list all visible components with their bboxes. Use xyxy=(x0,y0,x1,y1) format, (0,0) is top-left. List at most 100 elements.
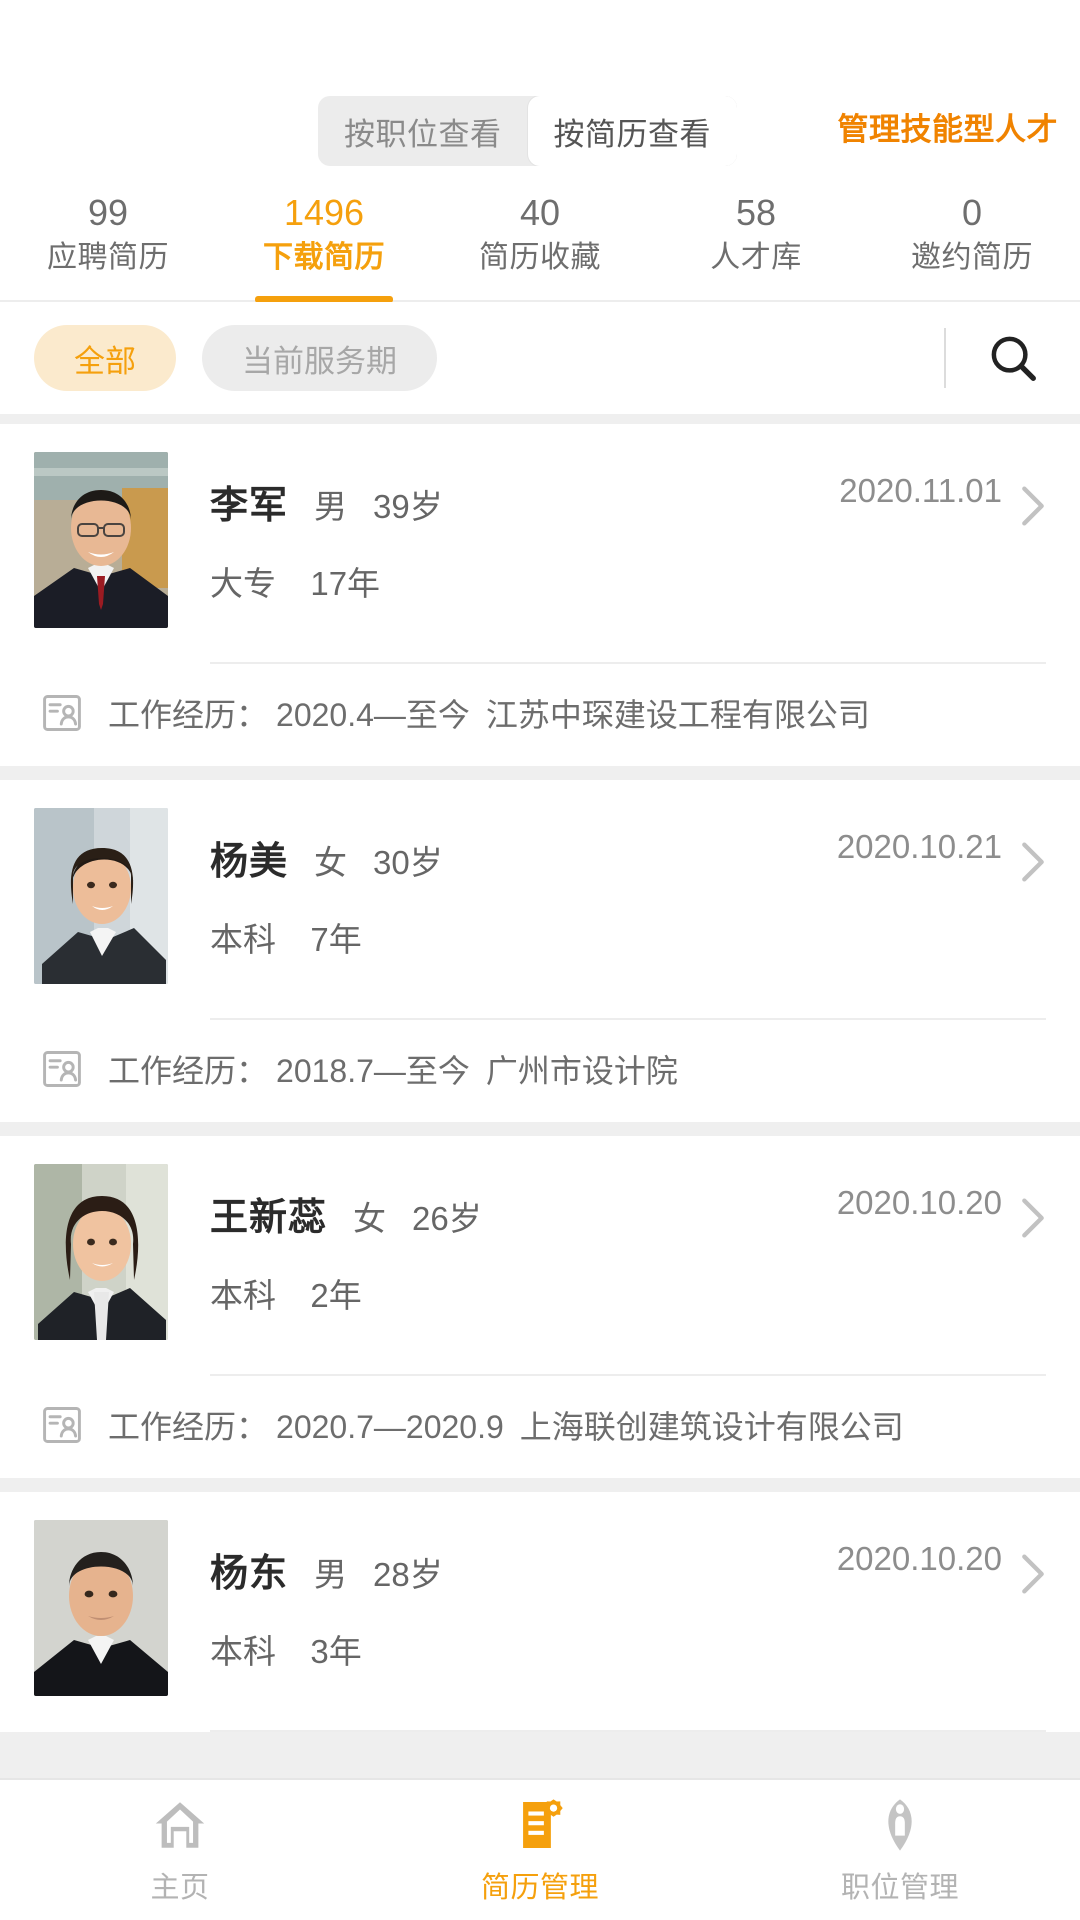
chevron-right-icon xyxy=(1022,1198,1044,1238)
candidate-name: 杨东 xyxy=(210,1553,289,1595)
filter-chip-all[interactable]: 全部 xyxy=(34,325,176,391)
stat-label: 人才库 xyxy=(710,241,802,274)
candidate-name: 王新蕊 xyxy=(210,1197,328,1239)
work-experience-icon xyxy=(43,1051,81,1087)
work-experience-period: 2020.7—2020.9 xyxy=(276,1409,504,1445)
filter-chip-current-service-period[interactable]: 当前服务期 xyxy=(202,325,437,391)
work-experience-period: 2018.7—至今 xyxy=(276,1053,470,1089)
avatar-photo-male-2 xyxy=(34,1520,168,1696)
segment-by-position[interactable]: 按职位查看 xyxy=(318,96,528,166)
work-experience-label: 工作经历： xyxy=(108,1409,269,1445)
home-icon-wrap xyxy=(149,1794,211,1856)
stat-count: 99 xyxy=(87,192,129,233)
resume-card[interactable]: 王新蕊 女 26岁 本科 2年 2020.10.20 工作经历： 2020.7—… xyxy=(0,1136,1080,1478)
work-experience-row: 工作经历： 2018.7—至今 广州市设计院 xyxy=(40,1020,1046,1122)
candidate-education-line: 大专 17年 xyxy=(210,557,1046,605)
resume-stats-tabs: 99 应聘简历 1496 下载简历 40 简历收藏 58 人才库 0 邀约简历 xyxy=(0,186,1080,303)
view-mode-segmented-control[interactable]: 按职位查看 按简历查看 xyxy=(318,96,737,166)
stat-tab-downloaded[interactable]: 1496 下载简历 xyxy=(216,186,432,303)
candidate-age: 30岁 xyxy=(373,844,443,881)
resume-date: 2020.11.01 xyxy=(839,472,1002,509)
avatar xyxy=(34,452,168,628)
candidate-name: 杨美 xyxy=(210,841,289,883)
work-experience-company: 江苏中琛建设工程有限公司 xyxy=(485,697,870,733)
work-experience-label: 工作经历： xyxy=(108,697,269,733)
stat-count: 1496 xyxy=(283,192,365,233)
candidate-experience-years: 7年 xyxy=(310,921,362,958)
tab-label: 主页 xyxy=(150,1872,210,1904)
work-experience-text: 工作经历： 2020.4—至今 江苏中琛建设工程有限公司 xyxy=(108,690,870,736)
avatar-photo-female-1 xyxy=(34,808,168,984)
candidate-age: 39岁 xyxy=(373,488,443,525)
avatar-photo-female-2 xyxy=(34,1164,168,1340)
avatar xyxy=(34,1520,168,1696)
candidate-experience-years: 17年 xyxy=(310,565,381,602)
avatar xyxy=(34,808,168,984)
candidate-gender: 女 xyxy=(353,1200,387,1237)
resume-list[interactable]: 李军 男 39岁 大专 17年 2020.11.01 工作经历： 2020.4—… xyxy=(0,414,1080,1778)
stat-tab-invited[interactable]: 0 邀约简历 xyxy=(864,186,1080,300)
work-experience-row: 工作经历： 2020.7—2020.9 上海联创建筑设计有限公司 xyxy=(40,1376,1046,1478)
candidate-education: 本科 xyxy=(210,1277,276,1314)
candidate-education-line: 本科 7年 xyxy=(210,913,1046,961)
candidate-education: 本科 xyxy=(210,1633,276,1670)
candidate-education: 大专 xyxy=(210,565,276,602)
stat-count: 40 xyxy=(519,192,561,233)
chevron-right-icon xyxy=(1022,486,1044,526)
resume-icon-wrap xyxy=(509,1794,571,1856)
resume-date: 2020.10.20 xyxy=(836,1184,1002,1221)
resume-card[interactable]: 李军 男 39岁 大专 17年 2020.11.01 工作经历： 2020.4—… xyxy=(0,424,1080,766)
segment-by-resume[interactable]: 按简历查看 xyxy=(527,96,737,166)
stat-label: 简历收藏 xyxy=(479,241,601,274)
candidate-age: 26岁 xyxy=(412,1200,482,1237)
stat-tab-favorites[interactable]: 40 简历收藏 xyxy=(432,186,648,300)
work-experience-icon xyxy=(43,695,81,731)
stat-count: 58 xyxy=(735,192,777,233)
candidate-name: 李军 xyxy=(210,485,289,527)
candidate-gender: 女 xyxy=(314,844,348,881)
tab-label: 简历管理 xyxy=(480,1872,599,1904)
tab-home[interactable]: 主页 xyxy=(0,1780,360,1920)
candidate-education-line: 本科 2年 xyxy=(210,1269,1046,1317)
candidate-age: 28岁 xyxy=(373,1556,443,1593)
app-root: 按职位查看 按简历查看 管理技能型人才 99 应聘简历 1496 下载简历 40… xyxy=(0,0,1080,1920)
bottom-tab-bar: 主页 简历管理 职位管理 xyxy=(0,1778,1080,1920)
stat-label: 下载简历 xyxy=(263,241,385,274)
chevron-right-icon xyxy=(1022,842,1044,882)
resume-date: 2020.10.21 xyxy=(836,828,1002,865)
tab-resume-management[interactable]: 简历管理 xyxy=(360,1780,720,1920)
stat-label: 应聘简历 xyxy=(47,241,169,274)
candidate-experience-years: 3年 xyxy=(310,1633,362,1670)
manage-skilled-talent-link[interactable]: 管理技能型人才 xyxy=(838,104,1059,149)
resume-date: 2020.10.20 xyxy=(836,1540,1002,1577)
candidate-experience-years: 2年 xyxy=(310,1277,362,1314)
search-icon xyxy=(991,336,1036,381)
work-experience-text: 工作经历： 2018.7—至今 广州市设计院 xyxy=(108,1046,678,1092)
card-divider xyxy=(210,1730,1046,1732)
work-experience-text: 工作经历： 2020.7—2020.9 上海联创建筑设计有限公司 xyxy=(108,1402,904,1448)
home-icon xyxy=(155,1802,205,1848)
filter-divider xyxy=(944,328,946,388)
avatar-photo-male-1 xyxy=(34,452,168,628)
resume-icon xyxy=(523,1799,563,1848)
stat-tab-talent-pool[interactable]: 58 人才库 xyxy=(648,186,864,300)
work-experience-row: 工作经历： 2020.4—至今 江苏中琛建设工程有限公司 xyxy=(40,664,1046,766)
avatar xyxy=(34,1164,168,1340)
tab-job-management[interactable]: 职位管理 xyxy=(720,1780,1080,1920)
search-button[interactable] xyxy=(982,327,1044,389)
page-header: 按职位查看 按简历查看 管理技能型人才 xyxy=(0,0,1080,186)
stat-count: 0 xyxy=(961,192,983,233)
candidate-gender: 男 xyxy=(314,1556,348,1593)
work-experience-icon xyxy=(43,1407,81,1443)
work-experience-label: 工作经历： xyxy=(108,1053,269,1089)
chevron-right-icon xyxy=(1022,1554,1044,1594)
job-icon-wrap xyxy=(869,1794,931,1856)
stat-tab-applied[interactable]: 99 应聘简历 xyxy=(0,186,216,300)
candidate-gender: 男 xyxy=(314,488,348,525)
job-icon xyxy=(888,1799,912,1851)
candidate-education-line: 本科 3年 xyxy=(210,1625,1046,1673)
filter-bar: 全部 当前服务期 xyxy=(0,302,1080,414)
resume-card[interactable]: 杨美 女 30岁 本科 7年 2020.10.21 工作经历： 2018.7—至… xyxy=(0,780,1080,1122)
resume-card[interactable]: 杨东 男 28岁 本科 3年 2020.10.20 xyxy=(0,1492,1080,1732)
tab-label: 职位管理 xyxy=(840,1872,959,1904)
